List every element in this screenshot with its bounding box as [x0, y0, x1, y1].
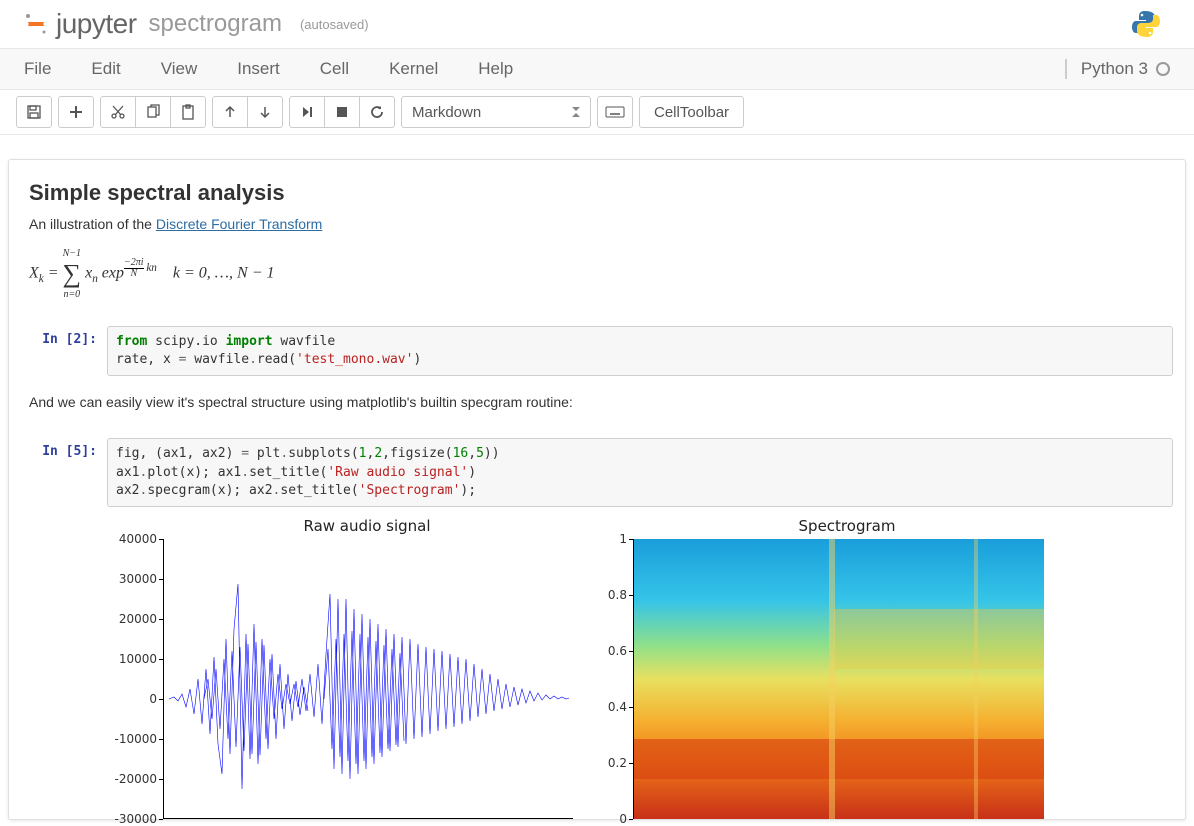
- celltoolbar-label: CellToolbar: [654, 104, 729, 121]
- ytick: 1: [601, 532, 627, 546]
- menu-insert[interactable]: Insert: [237, 51, 302, 87]
- kernel-name: Python 3: [1065, 59, 1148, 79]
- raw-audio-chart: Raw audio signal 40000 30: [107, 517, 577, 819]
- menu-cell[interactable]: Cell: [320, 51, 371, 87]
- cell-type-select[interactable]: Markdown: [401, 96, 591, 128]
- chart-title: Spectrogram: [597, 517, 1067, 535]
- kernel-indicator-icon: [1156, 62, 1170, 76]
- ytick: 0.2: [601, 756, 627, 770]
- output-area: Raw audio signal 40000 30: [21, 511, 1173, 819]
- menu-edit[interactable]: Edit: [91, 51, 142, 87]
- intro-text: An illustration of the Discrete Fourier …: [29, 216, 1165, 232]
- spectrogram-plot: [634, 539, 1044, 819]
- code-input[interactable]: fig, (ax1, ax2) = plt.subplots(1,2,figsi…: [107, 438, 1173, 507]
- chart-title: Raw audio signal: [107, 517, 577, 535]
- run-button[interactable]: [289, 96, 325, 128]
- ytick: -30000: [113, 812, 157, 826]
- paste-button[interactable]: [170, 96, 206, 128]
- cell-type-value: Markdown: [412, 104, 481, 121]
- heading: Simple spectral analysis: [29, 180, 1165, 206]
- markdown-cell[interactable]: And we can easily view it's spectral str…: [21, 390, 1173, 432]
- autosave-status: (autosaved): [300, 17, 369, 32]
- code-cell[interactable]: In [5]: fig, (ax1, ax2) = plt.subplots(1…: [21, 438, 1173, 507]
- menu-file[interactable]: File: [24, 51, 73, 87]
- ytick: 20000: [113, 612, 157, 626]
- celltoolbar-button[interactable]: CellToolbar: [639, 96, 744, 128]
- md-text: And we can easily view it's spectral str…: [29, 394, 1165, 410]
- notebook-name[interactable]: spectrogram: [149, 10, 282, 38]
- input-prompt: In [5]:: [21, 438, 107, 507]
- ytick: -10000: [113, 732, 157, 746]
- add-cell-button[interactable]: [58, 96, 94, 128]
- stop-button[interactable]: [324, 96, 360, 128]
- ytick: 0.8: [601, 588, 627, 602]
- ytick: 0.4: [601, 700, 627, 714]
- python-logo-icon: [1130, 8, 1162, 40]
- code-cell[interactable]: In [2]: from scipy.io import wavfile rat…: [21, 326, 1173, 376]
- menu-view[interactable]: View: [161, 51, 220, 87]
- restart-button[interactable]: [359, 96, 395, 128]
- input-prompt: In [2]:: [21, 326, 107, 376]
- spectrogram-chart: Spectrogram: [597, 517, 1067, 819]
- move-down-button[interactable]: [247, 96, 283, 128]
- copy-button[interactable]: [135, 96, 171, 128]
- toolbar: Markdown CellToolbar: [0, 90, 1194, 135]
- ytick: 40000: [113, 532, 157, 546]
- cut-button[interactable]: [100, 96, 136, 128]
- dft-formula: Xk = N−1∑n=0 xn exp−2πiN kn k = 0, …, N …: [29, 242, 1165, 308]
- ytick: 30000: [113, 572, 157, 586]
- menu-kernel[interactable]: Kernel: [389, 51, 460, 87]
- move-up-button[interactable]: [212, 96, 248, 128]
- ytick: 0.6: [601, 644, 627, 658]
- menu-help[interactable]: Help: [478, 51, 535, 87]
- ytick: -20000: [113, 772, 157, 786]
- header: jupyter spectrogram (autosaved): [0, 0, 1194, 48]
- jupyter-logo-icon: [24, 12, 48, 36]
- notebook-area: Simple spectral analysis An illustration…: [0, 135, 1194, 820]
- dft-link[interactable]: Discrete Fourier Transform: [156, 216, 322, 232]
- ytick: 0: [601, 812, 627, 826]
- save-button[interactable]: [16, 96, 52, 128]
- ytick: 0: [113, 692, 157, 706]
- ytick: 10000: [113, 652, 157, 666]
- menubar: File Edit View Insert Cell Kernel Help P…: [0, 48, 1194, 90]
- markdown-cell[interactable]: Simple spectral analysis An illustration…: [21, 176, 1173, 320]
- jupyter-logo-text: jupyter: [56, 8, 137, 40]
- code-input[interactable]: from scipy.io import wavfile rate, x = w…: [107, 326, 1173, 376]
- waveform-plot: [164, 539, 573, 819]
- command-palette-button[interactable]: [597, 96, 633, 128]
